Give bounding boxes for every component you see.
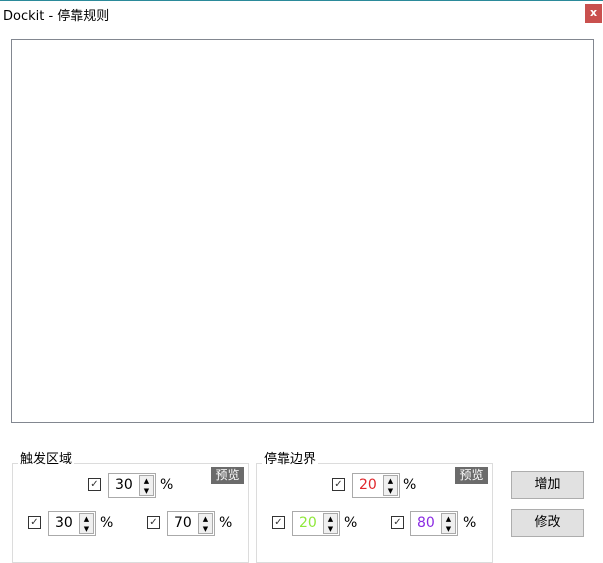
rules-list[interactable] <box>11 39 594 423</box>
border-top-checkbox[interactable]: ✓ <box>332 478 345 491</box>
spin-arrows-icon[interactable]: ▲ ▼ <box>79 513 94 534</box>
unit-label: % <box>219 515 233 531</box>
spin-value: 30 <box>115 477 133 493</box>
window-title: Dockit - 停靠规则 <box>3 9 110 24</box>
trigger-top-spinbox[interactable]: 30 ▲ ▼ <box>108 473 156 498</box>
spin-arrows-icon[interactable]: ▲ ▼ <box>139 475 154 496</box>
spin-arrows-icon[interactable]: ▲ ▼ <box>441 513 456 534</box>
unit-label: % <box>463 515 477 531</box>
spin-arrows-icon[interactable]: ▲ ▼ <box>383 475 398 496</box>
border-right-spinbox[interactable]: 80 ▲ ▼ <box>410 511 458 536</box>
trigger-preview-button[interactable]: 预览 <box>211 467 244 484</box>
spin-value: 20 <box>359 477 377 493</box>
unit-label: % <box>344 515 358 531</box>
border-top-spinbox[interactable]: 20 ▲ ▼ <box>352 473 400 498</box>
border-right-checkbox[interactable]: ✓ <box>391 516 404 529</box>
add-button[interactable]: 增加 <box>511 471 584 499</box>
close-button[interactable]: x <box>585 4 602 23</box>
trigger-left-checkbox[interactable]: ✓ <box>28 516 41 529</box>
border-preview-button[interactable]: 预览 <box>455 467 488 484</box>
border-left-spinbox[interactable]: 20 ▲ ▼ <box>292 511 340 536</box>
spin-value: 30 <box>55 515 73 531</box>
trigger-top-checkbox[interactable]: ✓ <box>88 478 101 491</box>
spin-value: 70 <box>174 515 192 531</box>
spin-arrows-icon[interactable]: ▲ ▼ <box>198 513 213 534</box>
spin-value: 80 <box>417 515 435 531</box>
spin-arrows-icon[interactable]: ▲ ▼ <box>323 513 338 534</box>
dock-border-label: 停靠边界 <box>262 448 319 467</box>
trigger-left-spinbox[interactable]: 30 ▲ ▼ <box>48 511 96 536</box>
unit-label: % <box>403 477 417 493</box>
unit-label: % <box>100 515 114 531</box>
edit-button[interactable]: 修改 <box>511 509 584 537</box>
trigger-right-checkbox[interactable]: ✓ <box>147 516 160 529</box>
unit-label: % <box>160 477 174 493</box>
spin-value: 20 <box>299 515 317 531</box>
border-left-checkbox[interactable]: ✓ <box>272 516 285 529</box>
trigger-right-spinbox[interactable]: 70 ▲ ▼ <box>167 511 215 536</box>
trigger-area-label: 触发区域 <box>18 448 75 467</box>
